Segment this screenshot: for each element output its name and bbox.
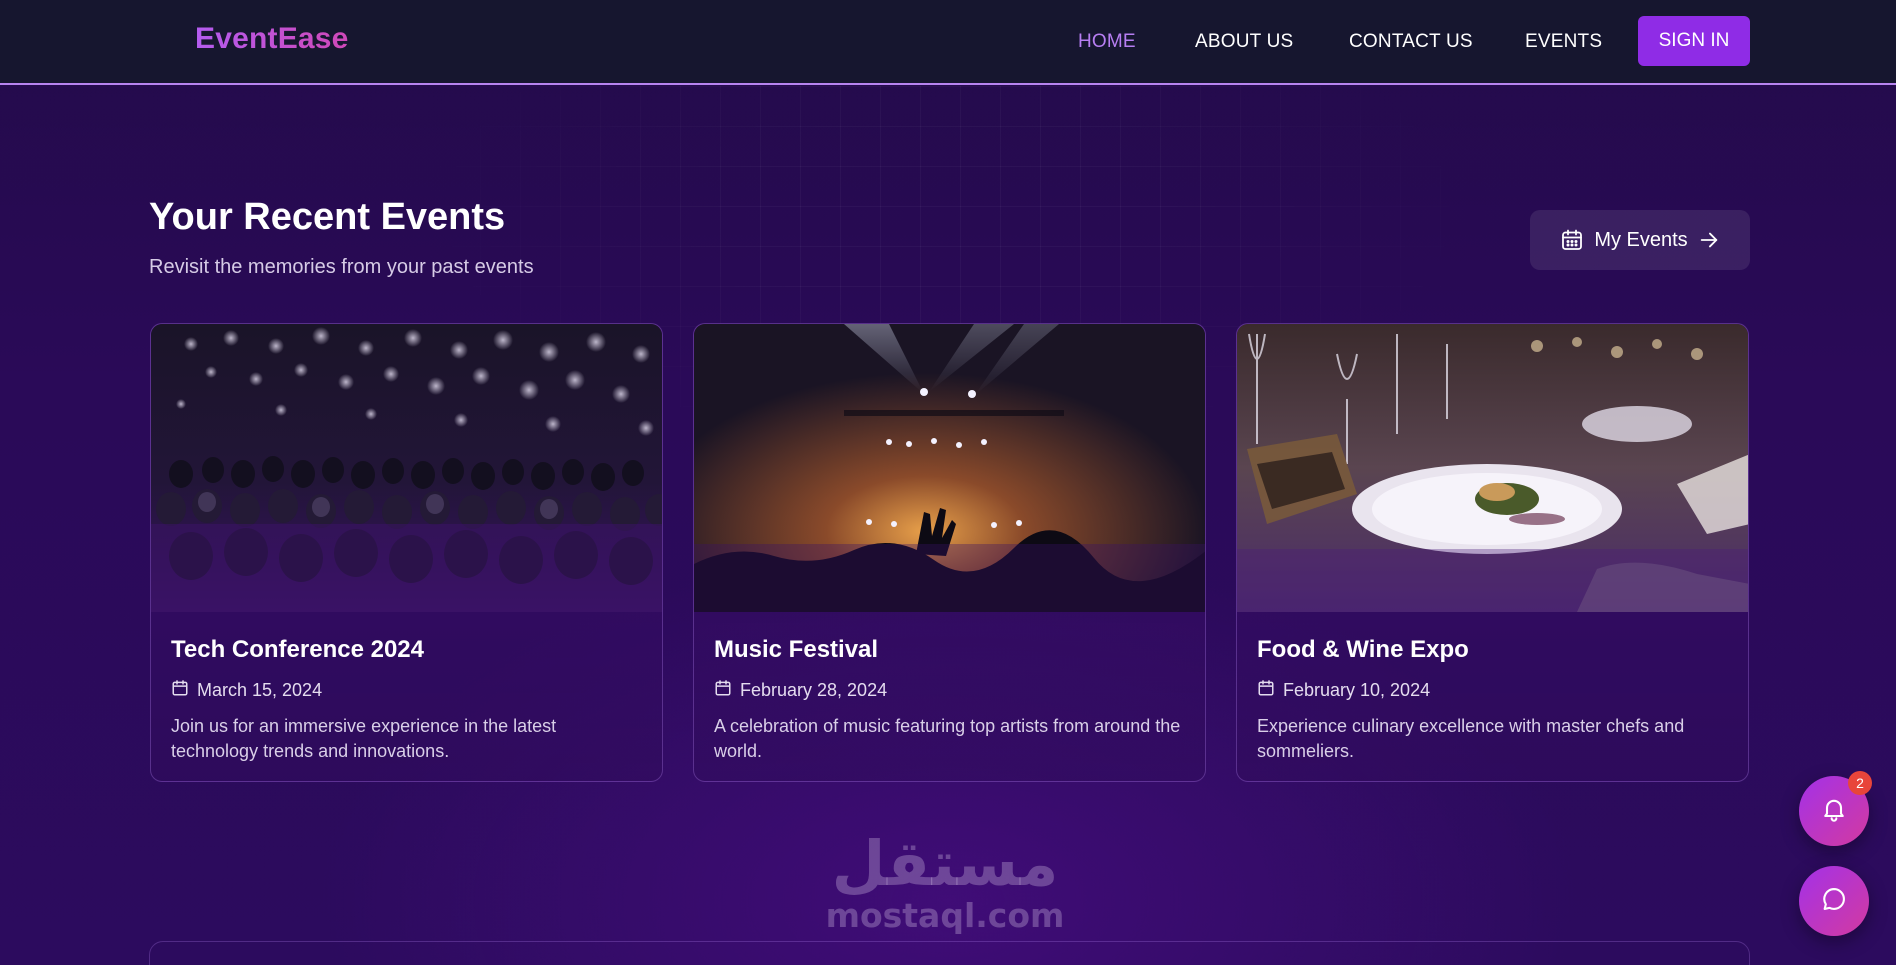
chat-button[interactable] — [1799, 866, 1869, 936]
my-events-label: My Events — [1594, 228, 1688, 251]
event-date: March 15, 2024 — [171, 679, 322, 702]
conference-audience-photo — [151, 324, 662, 612]
dining-table-photo — [1237, 324, 1748, 612]
event-date-text: March 15, 2024 — [197, 680, 323, 700]
nav-link-home[interactable]: HOME — [1078, 31, 1136, 53]
bell-icon — [1820, 795, 1848, 828]
sign-in-button[interactable]: SIGN IN — [1638, 16, 1750, 66]
arrow-right-icon — [1698, 229, 1720, 251]
event-card-food-wine-expo[interactable]: Food & Wine Expo February 10, 2024 Exper… — [1236, 323, 1749, 782]
event-description: Join us for an immersive experience in t… — [171, 716, 557, 761]
event-title: Music Festival — [714, 636, 879, 663]
watermark-arabic: مستقل — [831, 827, 1059, 900]
calendar-icon — [714, 679, 732, 702]
calendar-icon — [1560, 228, 1584, 252]
event-date-text: February 10, 2024 — [1283, 680, 1431, 700]
event-card-music-festival[interactable]: Music Festival February 28, 2024 A celeb… — [693, 323, 1206, 782]
calendar-icon — [171, 679, 189, 702]
nav-link-events[interactable]: EVENTS — [1525, 31, 1602, 53]
event-date-text: February 28, 2024 — [740, 680, 888, 700]
logo[interactable]: EventEase — [195, 22, 349, 56]
event-title: Tech Conference 2024 — [171, 636, 424, 663]
section-title: Your Recent Events — [149, 196, 506, 238]
section-subtitle: Revisit the memories from your past even… — [149, 256, 534, 278]
nav-link-about-us[interactable]: ABOUT US — [1195, 31, 1293, 53]
event-date: February 10, 2024 — [1257, 679, 1430, 702]
calendar-icon — [1257, 679, 1275, 702]
event-description: Experience culinary excellence with mast… — [1257, 716, 1685, 761]
nav-link-contact-us[interactable]: CONTACT US — [1349, 31, 1473, 53]
event-description: A celebration of music featuring top art… — [714, 716, 1181, 761]
watermark: مستقل mostaql.com — [820, 830, 1070, 934]
watermark-latin: mostaql.com — [825, 896, 1065, 935]
concert-crowd-photo — [694, 324, 1205, 612]
chat-bubble-icon — [1820, 885, 1848, 918]
event-card-tech-conference[interactable]: Tech Conference 2024 March 15, 2024 Join… — [150, 323, 663, 782]
navbar: EventEase HOME ABOUT US CONTACT US EVENT… — [0, 0, 1896, 85]
notification-count-badge: 2 — [1848, 771, 1872, 795]
next-section-card — [149, 941, 1750, 965]
my-events-button[interactable]: My Events — [1530, 210, 1750, 270]
event-title: Food & Wine Expo — [1257, 636, 1469, 663]
event-date: February 28, 2024 — [714, 679, 887, 702]
